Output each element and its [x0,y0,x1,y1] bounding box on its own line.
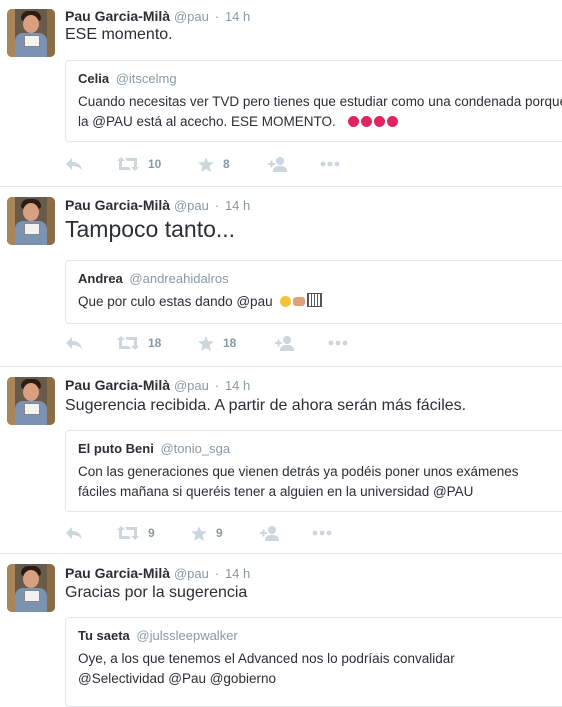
retweet-count: 18 [148,336,162,350]
fist-icon [293,297,306,306]
retweet-button[interactable]: 9 [117,523,155,543]
quoted-text: Con las generaciones que vienen detrás y… [78,462,562,502]
quoted-text-line: @Selectividad @Pau @gobierno [78,671,276,686]
more-icon [320,161,340,167]
more-button[interactable] [328,333,348,353]
favorite-count: 8 [223,157,230,171]
quoted-author-handle: @tonio_sga [160,441,231,456]
more-icon [312,530,332,536]
favorite-button[interactable]: 8 [198,154,230,174]
quoted-text: Cuando necesitas ver TVD pero tienes que… [78,94,562,129]
author-handle[interactable]: @pau [174,566,209,581]
timestamp[interactable]: 14 h [225,9,250,24]
quoted-text-line: fáciles mañana si queréis tener a alguie… [78,484,474,499]
angry-face-icon [347,116,359,127]
follow-icon [268,156,287,172]
separator: · [214,198,220,213]
quoted-author-handle: @julssleepwalker [136,628,238,643]
tweet-text: ESE momento. [65,26,173,43]
tweet[interactable]: Pau Garcia-Milà @pau · 14 h ESE momento.… [0,0,562,186]
quoted-text-line: Con las generaciones que vienen detrás y… [78,464,519,479]
quoted-author-name: Andrea [78,271,123,286]
avatar[interactable] [7,9,55,57]
star-icon [191,525,207,541]
tweet[interactable]: Pau Garcia-Milà @pau · 14 h Gracias por … [0,554,562,707]
star-icon [198,335,214,351]
retweet-icon [117,157,139,171]
author-name[interactable]: Pau Garcia-Milà [65,565,170,581]
follow-button[interactable] [268,154,288,174]
author-handle[interactable]: @pau [174,198,209,213]
author-name[interactable]: Pau Garcia-Milà [65,8,170,24]
quoted-author-handle: @itscelmg [115,71,177,86]
reply-button[interactable] [65,154,83,174]
follow-button[interactable] [275,333,295,353]
quoted-author-name: El puto Beni [78,441,154,456]
author-handle[interactable]: @pau [174,378,209,393]
retweet-count: 10 [148,157,162,171]
quoted-text: Oye, a los que tenemos el Advanced nos l… [78,649,562,689]
tweet-text: Tampoco tanto... [65,216,236,242]
avatar[interactable] [7,197,55,245]
favorite-button[interactable]: 18 [198,333,236,353]
reply-icon [66,158,82,170]
quoted-tweet[interactable]: El puto Beni @tonio_sga Con las generaci… [65,430,562,512]
quoted-author-name: Tu saeta [78,628,130,643]
more-icon [328,340,348,346]
follow-icon [260,525,279,541]
quoted-author-handle: @andreahidalros [129,271,229,286]
avatar[interactable] [7,564,55,612]
star-icon [198,156,214,172]
follow-button[interactable] [260,523,280,543]
angry-face-icon [386,116,398,127]
retweet-button[interactable]: 10 [117,154,161,174]
timestamp[interactable]: 14 h [225,566,250,581]
timestamp[interactable]: 14 h [225,198,250,213]
tweet[interactable]: Pau Garcia-Milà @pau · 14 h Tampoco tant… [0,187,562,366]
neutral-face-icon [280,296,292,307]
retweet-count: 9 [148,526,155,540]
angry-face-icon [360,116,372,127]
favorite-count: 9 [216,526,223,540]
quoted-tweet[interactable]: Celia @itscelmg Cuando necesitas ver TVD… [65,60,562,142]
separator: · [214,566,220,581]
missing-glyph-icon [307,293,323,307]
favorite-count: 18 [223,336,237,350]
reply-icon [66,337,82,349]
author-name[interactable]: Pau Garcia-Milà [65,197,170,213]
more-button[interactable] [312,523,332,543]
author-handle[interactable]: @pau [174,9,209,24]
quoted-tweet[interactable]: Andrea @andreahidalros Que por culo esta… [65,260,562,324]
tweet-text: Gracias por la sugerencia [65,584,248,601]
retweet-icon [117,526,139,540]
more-button[interactable] [320,154,340,174]
quoted-tweet[interactable]: Tu saeta @julssleepwalker Oye, a los que… [65,617,562,707]
tweet[interactable]: Pau Garcia-Milà @pau · 14 h Sugerencia r… [0,367,562,553]
retweet-icon [117,336,139,350]
follow-icon [275,335,294,351]
retweet-button[interactable]: 18 [117,333,161,353]
angry-face-icon [373,116,385,127]
timestamp[interactable]: 14 h [225,378,250,393]
separator: · [214,378,220,393]
quoted-author-name: Celia [78,71,110,86]
author-name[interactable]: Pau Garcia-Milà [65,377,170,393]
quoted-text: Que por culo estas dando @pau [78,292,562,312]
quoted-text-line: Oye, a los que tenemos el Advanced nos l… [78,651,455,666]
reply-button[interactable] [65,523,83,543]
avatar[interactable] [7,377,55,425]
favorite-button[interactable]: 9 [191,523,223,543]
tweet-text: Sugerencia recibida. A partir de ahora s… [65,397,467,414]
reply-icon [66,527,82,539]
separator: · [214,9,220,24]
reply-button[interactable] [65,333,83,353]
